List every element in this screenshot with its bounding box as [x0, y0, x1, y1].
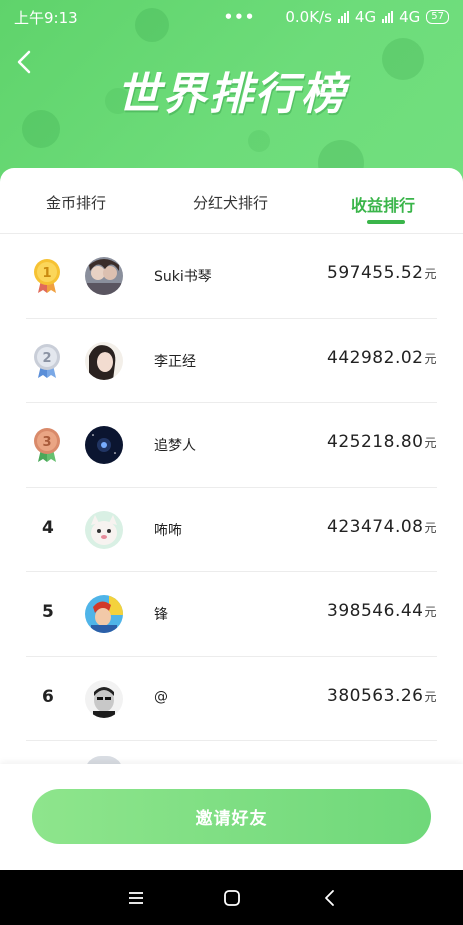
earnings-amount: 597455.52元: [327, 263, 437, 283]
avatar: [85, 257, 123, 295]
network-type-2: 4G: [399, 8, 421, 26]
notification-dots: •••: [223, 8, 256, 26]
signal-icon: [382, 11, 394, 23]
ranking-row[interactable]: 1 Suki书琴 597455.52元: [26, 234, 437, 319]
earnings-amount: 398546.44元: [327, 601, 437, 621]
rank-number: 4: [42, 517, 54, 538]
user-name: 锋: [154, 607, 168, 623]
avatar: [85, 595, 123, 633]
menu-icon[interactable]: [126, 888, 146, 908]
ranking-row[interactable]: 5 锋 398546.44元: [26, 572, 437, 657]
svg-text:2: 2: [42, 351, 51, 366]
tab-earnings[interactable]: 收益排行: [351, 192, 415, 216]
svg-text:3: 3: [42, 435, 51, 450]
status-bar: 上午9:13 ••• 0.0K/s 4G 4G 57: [0, 0, 463, 34]
active-tab-indicator: [367, 220, 405, 224]
rank-number: 6: [42, 686, 54, 707]
system-nav-bar: [0, 870, 463, 925]
avatar: [85, 426, 123, 464]
gold-medal-icon: 1: [34, 259, 60, 293]
user-name: 咘咘: [154, 522, 182, 539]
ranking-card: 金币排行 分红犬排行 收益排行 1 Suki书琴 597455.52元 2 李正…: [0, 168, 463, 768]
back-icon[interactable]: [320, 888, 340, 908]
tab-bar: 金币排行 分红犬排行 收益排行: [0, 168, 463, 234]
network-type-1: 4G: [354, 8, 377, 26]
ranking-row[interactable]: 2 李正经 442982.02元: [26, 319, 437, 403]
signal-icon: [337, 11, 349, 23]
page-title: 世界排行榜: [116, 69, 347, 120]
avatar: [85, 341, 123, 380]
footer-bar: 邀请好友: [0, 764, 463, 870]
ranking-list: 1 Suki书琴 597455.52元 2 李正经 442982.02元 3 追…: [0, 234, 463, 741]
invite-friends-button[interactable]: 邀请好友: [32, 789, 431, 844]
ranking-row[interactable]: 3 追梦人 425218.80元: [26, 403, 437, 488]
battery-icon: 57: [426, 10, 449, 24]
network-speed: 0.0K/s: [285, 8, 332, 26]
rank-number: 5: [42, 602, 54, 622]
status-time: 上午9:13: [14, 8, 78, 27]
tab-gold-coins[interactable]: 金币排行: [46, 192, 106, 213]
user-name: 追梦人: [154, 438, 196, 454]
decor-bubble: [248, 130, 270, 152]
user-name: @: [154, 688, 168, 705]
silver-medal-icon: 2: [34, 343, 60, 378]
earnings-amount: 442982.02元: [327, 347, 437, 368]
earnings-amount: 425218.80元: [327, 432, 437, 452]
ranking-row[interactable]: 6 @ 380563.26元: [26, 657, 437, 741]
status-indicators: ••• 0.0K/s 4G 4G 57: [224, 8, 449, 26]
home-icon[interactable]: [222, 888, 242, 908]
earnings-amount: 423474.08元: [327, 516, 437, 537]
ranking-row[interactable]: 4 咘咘 423474.08元: [26, 488, 437, 572]
user-name: 李正经: [154, 353, 196, 370]
avatar: [85, 679, 123, 718]
earnings-amount: 380563.26元: [327, 685, 437, 706]
svg-text:1: 1: [42, 266, 51, 281]
avatar: [85, 510, 123, 549]
tab-dividend-dog[interactable]: 分红犬排行: [193, 192, 268, 213]
bronze-medal-icon: 3: [34, 428, 60, 462]
user-name: Suki书琴: [154, 269, 212, 285]
